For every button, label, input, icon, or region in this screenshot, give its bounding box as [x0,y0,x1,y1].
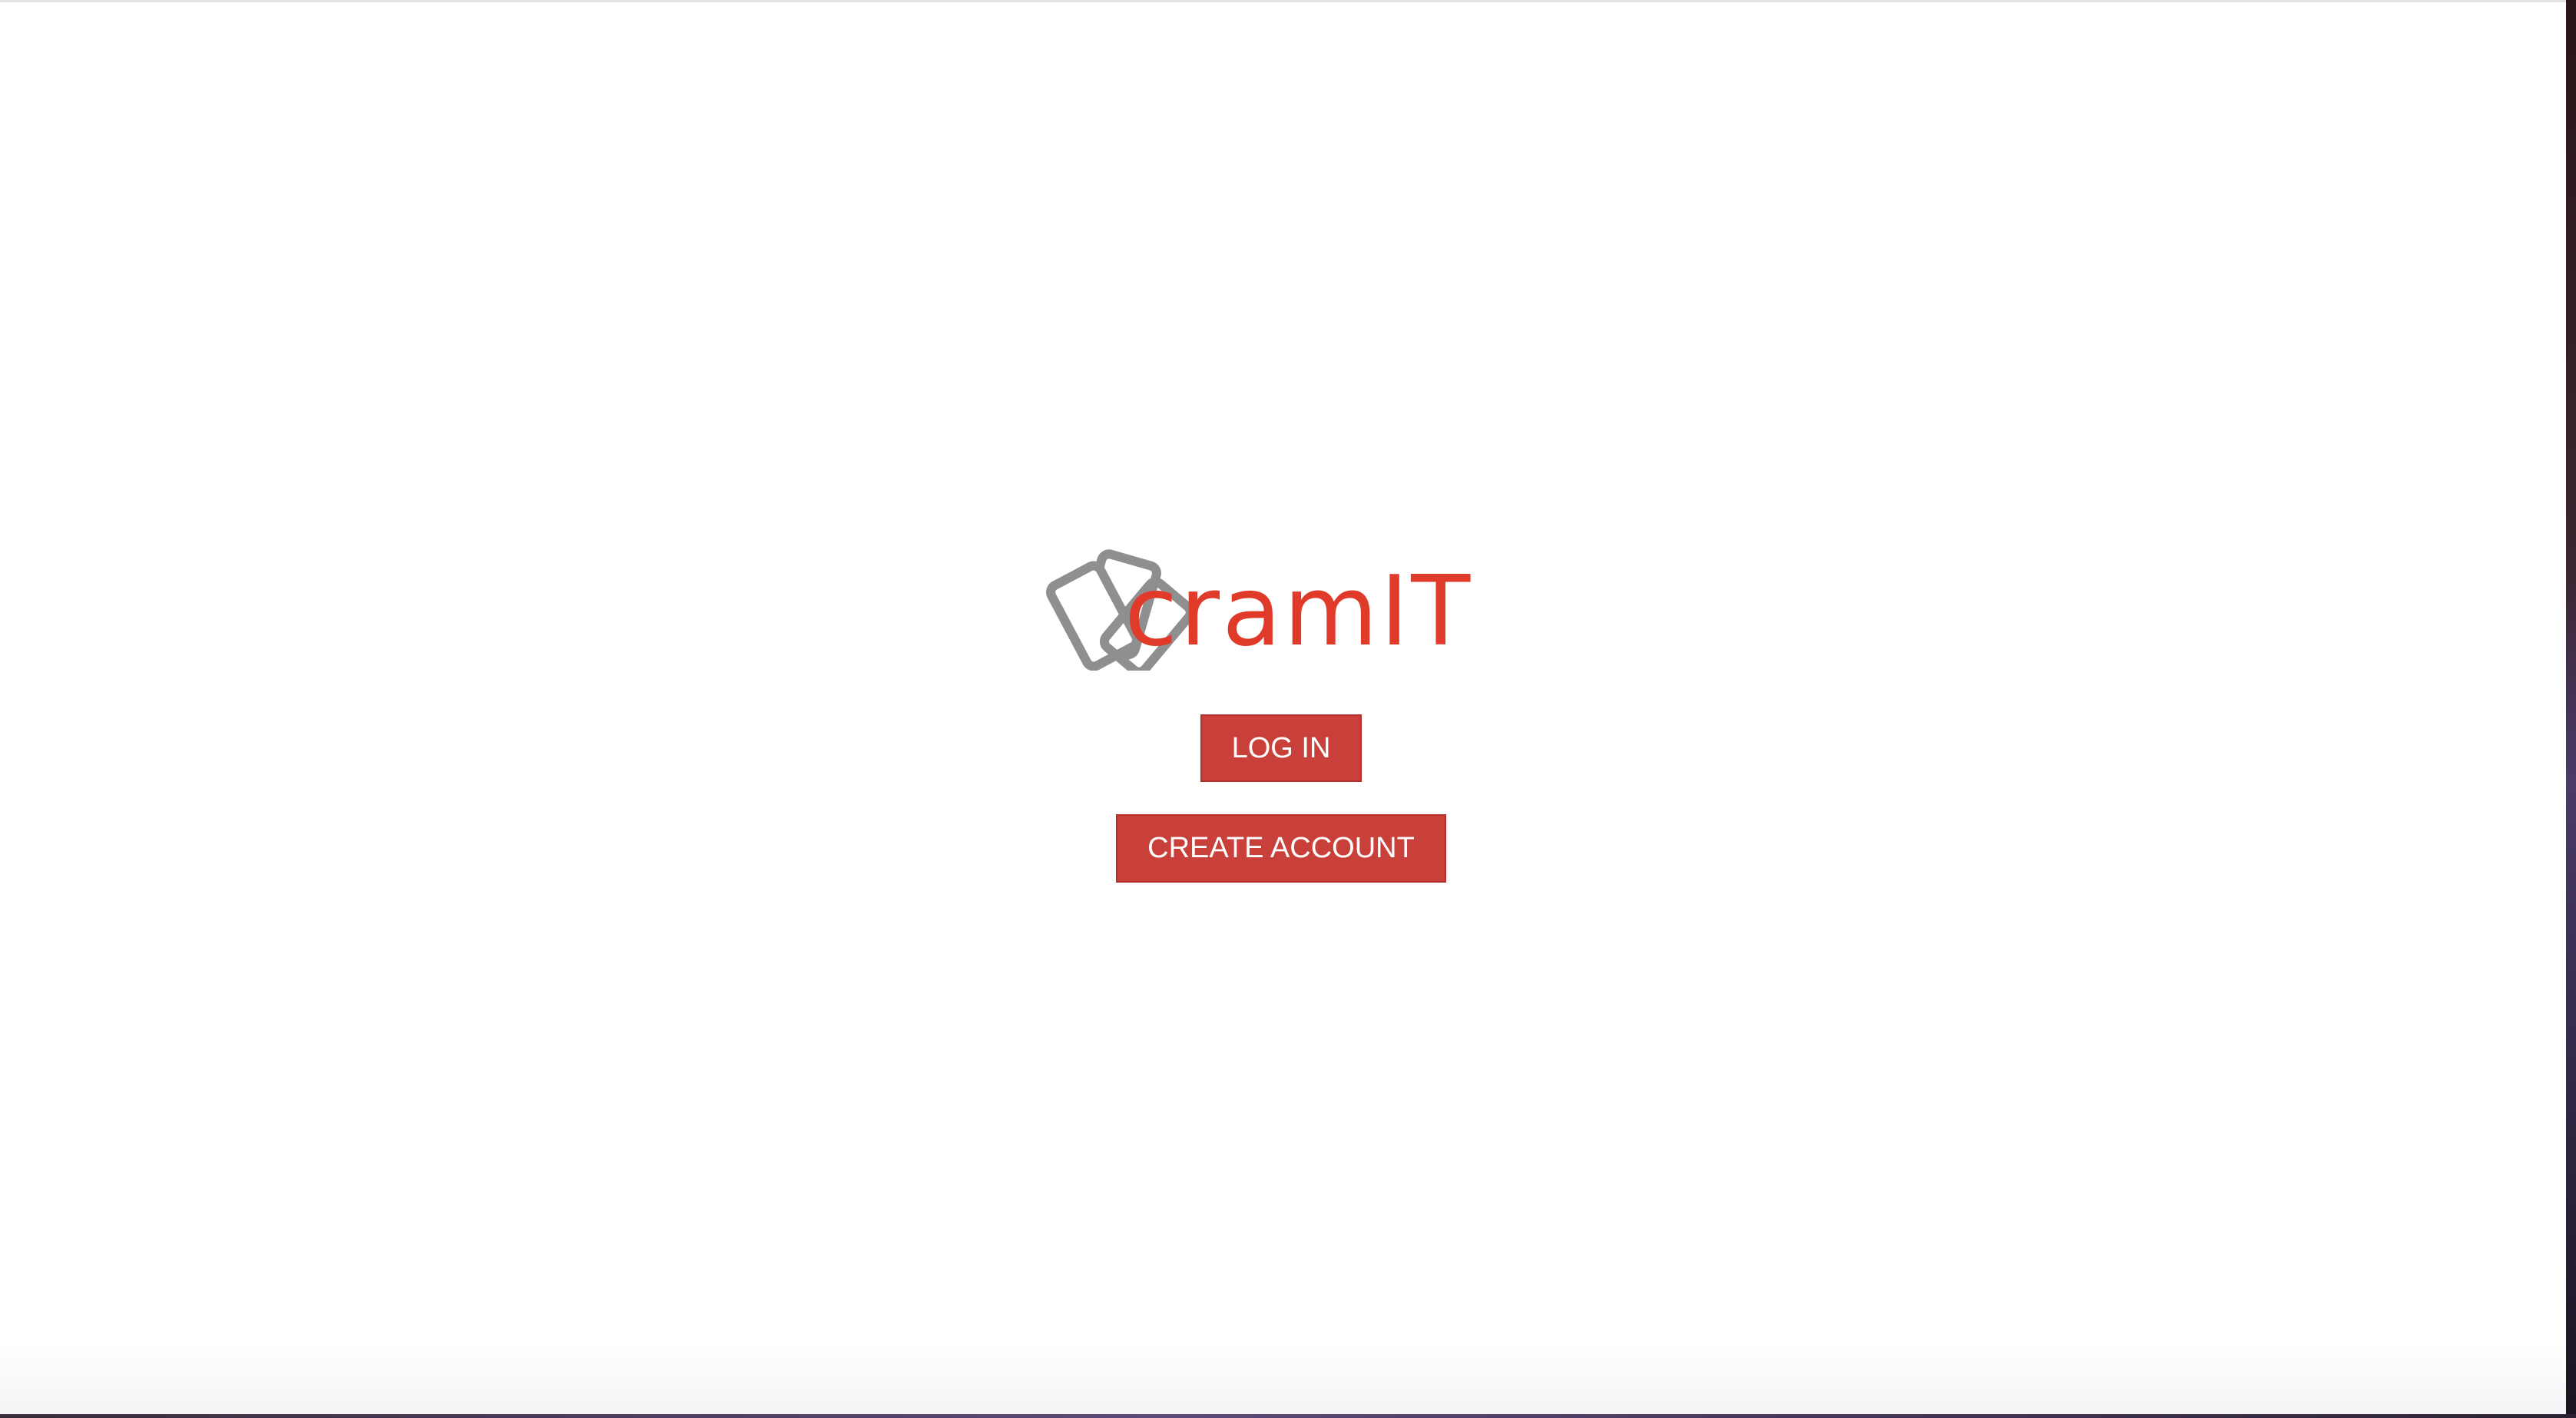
app-logo: cramIT [1037,548,1470,671]
desktop-background-right [2566,0,2576,1418]
bottom-fade [0,1345,2566,1414]
login-button[interactable]: LOG IN [1200,714,1362,782]
desktop-background-bottom [0,1414,2576,1418]
create-account-button[interactable]: CREATE ACCOUNT [1116,814,1446,883]
app-logo-text: cramIT [1124,555,1473,668]
browser-window: cramIT LOG IN CREATE ACCOUNT [0,0,2566,1414]
